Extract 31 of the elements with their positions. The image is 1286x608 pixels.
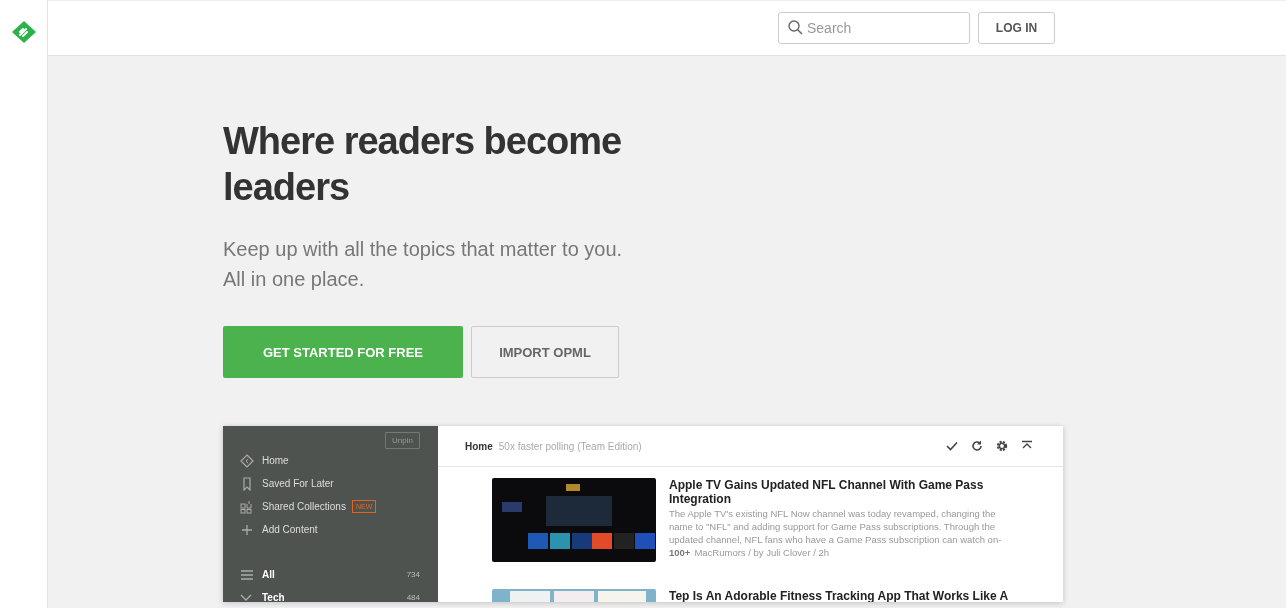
unread-count: 484 [406, 593, 420, 602]
search-field[interactable]: Search [778, 12, 970, 44]
plus-icon [240, 522, 254, 537]
import-button[interactable]: IMPORT OPML [471, 326, 619, 378]
sidebar-item[interactable]: Home [240, 449, 420, 472]
grid-icon [240, 499, 254, 514]
engagement-count: 100+ [669, 546, 691, 559]
settings-icon[interactable] [996, 440, 1008, 452]
article-title[interactable]: Tep Is An Adorable Fitness Tracking App That Works Like A [669, 589, 1009, 602]
hero-subtitle: Keep up with all the topics that matter to you. [223, 237, 624, 262]
list-icon [240, 568, 254, 581]
home-icon [240, 453, 254, 468]
feed-title: Home [465, 440, 493, 452]
login-button[interactable]: LOG IN [978, 12, 1055, 44]
article-source: MacRumors / by Juli Clover / 2h [694, 546, 830, 559]
feed-subtitle: 50x faster polling (Team Edition) [498, 440, 642, 452]
sidebar-item[interactable]: Add Content [240, 518, 420, 541]
feed-item[interactable]: Tech 484 [240, 586, 420, 602]
unread-count: 734 [406, 570, 420, 579]
hero-heading: Where readers become leaders [223, 119, 623, 210]
chevron-icon[interactable] [240, 593, 252, 602]
sidebar-item[interactable]: Saved For Later [240, 472, 420, 495]
feed-item[interactable]: All 734 [240, 563, 420, 586]
refresh-icon[interactable] [971, 440, 983, 452]
article-title[interactable]: Apple TV Gains Updated NFL Channel With Game Pass Integration [669, 478, 1009, 506]
article-summary: The Apple TV's existing NFL Now channel was today revamped, changing the name to "NFL" and adding support for Game Pass subscriptions. Through the updated channel, NFL fans who have a Game Pass subscription can watch on- [669, 507, 1003, 546]
search-icon [788, 20, 803, 35]
bookmark-icon [240, 476, 254, 491]
hero-subtitle: All in one place. [223, 267, 366, 292]
check-icon[interactable] [946, 440, 958, 452]
logo-icon[interactable] [12, 21, 36, 43]
